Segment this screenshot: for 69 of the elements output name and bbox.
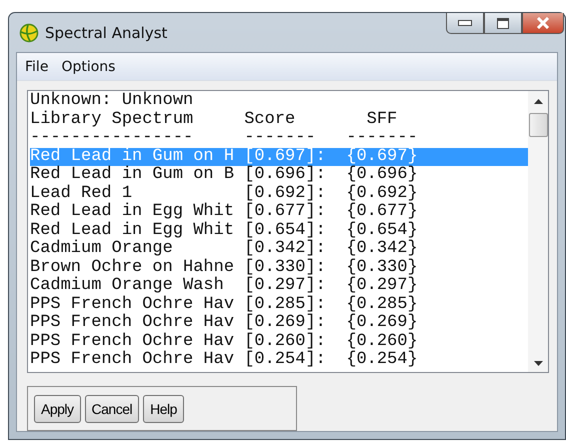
spectrum-name: Red Lead in Gum on B [30, 166, 236, 184]
result-row[interactable]: Cadmium Orange [0.342]: {0.342} [30, 240, 528, 258]
score-value: [0.654]: [244, 222, 327, 240]
spectrum-name: Brown Ochre on Hahne [30, 258, 236, 276]
scroll-thumb[interactable] [528, 113, 548, 137]
unknown-label: Unknown: Unknown [30, 92, 194, 110]
sff-value: {0.692} [346, 184, 418, 202]
dialog-button[interactable]: Help [143, 394, 184, 422]
score-value: [0.697]: [244, 148, 327, 166]
score-value: [0.297]: [244, 277, 327, 296]
result-row[interactable]: Brown Ochre on Hahne [0.330]: {0.330} [30, 258, 528, 277]
column-header: Library Spectrum [30, 110, 194, 129]
sff-value: {0.254} [346, 351, 418, 370]
sff-value: {0.297} [346, 277, 418, 296]
scroll-down-icon[interactable] [534, 361, 542, 366]
spectrum-name: PPS French Ochre Hav [30, 296, 236, 314]
result-row[interactable]: Red Lead in Gum on B [0.696]: {0.696} [30, 166, 528, 184]
score-value: [0.696]: [244, 166, 327, 184]
header-rule: ------- [346, 129, 418, 148]
spectrum-name: Red Lead in Egg Whit [30, 222, 236, 240]
close-icon [536, 17, 550, 29]
score-value: [0.692]: [244, 184, 327, 202]
sff-value: {0.260} [346, 332, 418, 350]
spectrum-name: Cadmium Orange [30, 240, 174, 258]
scrollbar[interactable] [528, 91, 548, 372]
sff-value: {0.654} [346, 222, 418, 240]
score-value: [0.260]: [244, 332, 327, 350]
column-header: SFF [366, 110, 398, 129]
score-value: [0.330]: [244, 258, 327, 276]
score-value: [0.269]: [244, 314, 327, 332]
result-row[interactable]: Red Lead in Egg Whit [0.677]: {0.677} [30, 203, 528, 222]
result-row[interactable]: Cadmium Orange Wash [0.297]: {0.297} [30, 277, 528, 296]
menu-item[interactable]: Options [61, 58, 116, 74]
sff-value: {0.696} [346, 166, 418, 184]
dialog-button[interactable]: Cancel [84, 394, 140, 422]
spectrum-name: PPS French Ochre Hav [30, 332, 236, 350]
result-row[interactable]: PPS French Ochre Hav [0.260]: {0.260} [30, 332, 528, 351]
result-row[interactable]: Red Lead in Egg Whit [0.654]: {0.654} [30, 222, 528, 240]
result-row[interactable]: PPS French Ochre Hav [0.269]: {0.269} [30, 314, 528, 332]
header-rule: ------- [244, 129, 317, 148]
spectrum-name: Red Lead in Gum on H [30, 148, 236, 166]
sff-value: {0.697} [346, 148, 418, 166]
sff-value: {0.342} [346, 240, 418, 258]
result-row[interactable]: PPS French Ochre Hav [0.285]: {0.285} [30, 296, 528, 314]
spectrum-name: Red Lead in Egg Whit [30, 203, 236, 222]
score-value: [0.254]: [244, 351, 327, 370]
sff-value: {0.269} [346, 314, 418, 332]
sff-value: {0.677} [346, 203, 418, 222]
spectrum-name: PPS French Ochre Hav [30, 314, 236, 332]
globe-icon [19, 22, 39, 42]
window-title: Spectral Analyst [45, 24, 168, 42]
scroll-up-icon[interactable] [534, 99, 542, 104]
dialog-button[interactable]: Apply [34, 394, 81, 422]
spectrum-name: Lead Red 1 [30, 184, 134, 202]
sff-value: {0.330} [346, 258, 418, 276]
result-row[interactable]: PPS French Ochre Hav [0.254]: {0.254} [30, 351, 528, 370]
minimize-button[interactable] [446, 13, 484, 34]
maximize-button[interactable] [484, 13, 522, 34]
column-header: Score [244, 110, 296, 129]
result-row[interactable]: Lead Red 1 [0.692]: {0.692} [30, 184, 528, 203]
header-rule: ---------------- [30, 129, 194, 148]
score-value: [0.342]: [244, 240, 327, 258]
sff-value: {0.285} [346, 296, 418, 314]
menu-item[interactable]: File [25, 58, 48, 74]
spectrum-name: Cadmium Orange Wash [30, 277, 225, 296]
score-value: [0.285]: [244, 296, 327, 314]
close-button[interactable] [522, 13, 564, 34]
score-value: [0.677]: [244, 203, 327, 222]
spectrum-name: PPS French Ochre Hav [30, 351, 236, 370]
